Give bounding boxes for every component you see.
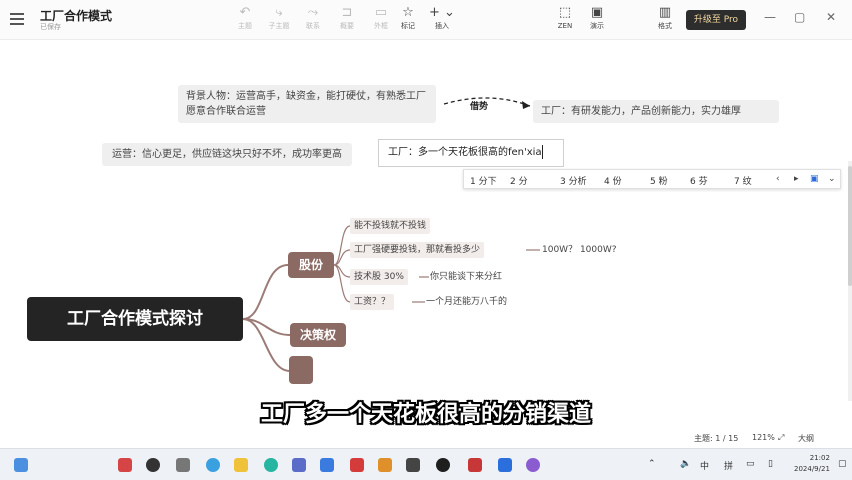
battery-icon[interactable]: ▯ (768, 459, 773, 469)
fit-icon[interactable]: ⤢ (778, 433, 784, 443)
zen-icon: ⬚ (558, 5, 572, 20)
topic-button[interactable]: ↶ 主题 (228, 5, 262, 35)
app-icon[interactable] (406, 458, 420, 472)
scrollbar-thumb[interactable] (848, 166, 852, 286)
tray-up-icon[interactable]: ⌃ (648, 459, 656, 469)
relationship-button[interactable]: ⤳ 联系 (296, 5, 330, 35)
root-topic[interactable]: 工厂合作模式探讨 (27, 297, 243, 341)
outline-toggle[interactable]: 大纲 (798, 433, 814, 444)
ime-candidate-bar: 1 分下 2 分 3 分析 4 份 5 粉 6 芬 7 纹 ‹ ▸ ▣ ⌄ (463, 169, 841, 189)
operations-note[interactable]: 运营：信心更足，供应链这块只好不坏，成功率更高 (102, 143, 352, 166)
format-button[interactable]: ▥ 格式 (648, 5, 682, 35)
ime-candidate[interactable]: 5 粉 (650, 174, 668, 187)
close-icon[interactable]: ✕ (826, 10, 836, 24)
ime-expand-icon[interactable]: ⌄ (828, 174, 836, 184)
status-bar: 主题: 1 / 15 121% ⤢ 大纲 (0, 430, 852, 446)
mindmap-canvas[interactable]: 背景人物：运营高手，缺资金，能打硬仗，有熟悉工厂愿意合作联合运营 借势 工厂：有… (0, 41, 852, 446)
branch-shares[interactable]: 股份 (288, 252, 334, 278)
text-caret (541, 145, 543, 159)
tray-ime[interactable]: 拼 (724, 459, 733, 472)
ime-edit-icon[interactable]: ▣ (810, 174, 819, 184)
ime-candidate[interactable]: 4 份 (604, 174, 622, 187)
leaf-factory-invest[interactable]: 工厂强硬要投钱，那就看投多少 (350, 242, 485, 258)
ime-candidate[interactable]: 1 分下 (470, 174, 497, 187)
insert-button[interactable]: + ⌄ 插入 (425, 5, 459, 35)
summary-icon: ⊐ (341, 5, 353, 20)
leaf-salary[interactable]: 工资？？ (350, 294, 395, 310)
leaf-invest-amount[interactable]: 100W？ 1000W? (542, 243, 617, 257)
branch-decision-right[interactable]: 决策权 (290, 323, 346, 347)
app-icon[interactable] (146, 458, 160, 472)
upgrade-button[interactable]: 升级至 Pro (686, 10, 746, 30)
tray-language[interactable]: 中 (700, 459, 709, 472)
subtopic-icon: ⤷ (275, 5, 283, 20)
marker-button[interactable]: ☆ 标记 (391, 5, 425, 35)
app-icon[interactable] (320, 458, 334, 472)
maximize-icon[interactable]: ▢ (794, 10, 805, 24)
app-icon[interactable] (292, 458, 306, 472)
leaf-tech-share[interactable]: 技术股 30% (350, 269, 408, 285)
present-icon: ▣ (590, 5, 604, 20)
leaf-dividend[interactable]: 你只能谈下来分红 (430, 270, 502, 284)
app-icon[interactable] (468, 458, 482, 472)
volume-icon[interactable]: 🔈 (680, 459, 691, 469)
menu-icon[interactable] (10, 13, 24, 25)
qq-icon[interactable] (436, 458, 450, 472)
format-icon: ▥ (658, 5, 672, 20)
app-icon[interactable] (118, 458, 132, 472)
windows-taskbar: ⌃ 🔈 中 拼 ▭ ▯ 21:02 2024/9/21 ▢ (0, 448, 852, 480)
network-icon[interactable]: ▭ (746, 459, 755, 469)
top-toolbar: 工厂合作模式 已保存 ↶ 主题 ⤷ 子主题 ⤳ 联系 ⊐ 概要 ▭ 外框 ☆ 标… (0, 0, 852, 40)
ime-candidate[interactable]: 7 纹 (734, 174, 752, 187)
factory-capability-note[interactable]: 工厂：有研发能力，产品创新能力，实力雄厚 (533, 100, 779, 123)
wps-icon[interactable] (350, 458, 364, 472)
ime-candidate[interactable]: 2 分 (510, 174, 528, 187)
editing-topic-field[interactable]: 工厂：多一个天花板很高的fen'xia (378, 139, 564, 167)
app-icon[interactable] (526, 458, 540, 472)
minimize-icon[interactable]: — (764, 10, 776, 24)
summary-button[interactable]: ⊐ 概要 (330, 5, 364, 35)
present-button[interactable]: ▣ 演示 (580, 5, 614, 35)
folder-icon[interactable] (234, 458, 248, 472)
undo-icon: ↶ (239, 5, 251, 20)
edge-icon[interactable] (206, 458, 220, 472)
leaf-no-investment[interactable]: 能不投钱就不投钱 (350, 218, 431, 234)
notification-icon[interactable]: ▢ (838, 459, 847, 469)
topic-count: 主题: 1 / 15 (694, 434, 739, 443)
zoom-level[interactable]: 121% (752, 433, 775, 442)
link-icon: ⤳ (307, 5, 319, 20)
branch-empty[interactable] (289, 356, 313, 384)
star-icon: ☆ (402, 5, 414, 20)
ime-next-icon[interactable]: ▸ (794, 174, 799, 184)
clock[interactable]: 21:02 2024/9/21 (794, 453, 830, 475)
leaf-monthly-salary[interactable]: 一个月还能万八千的 (426, 295, 507, 309)
ime-candidate[interactable]: 3 分析 (560, 174, 587, 187)
background-person-note[interactable]: 背景人物：运营高手，缺资金，能打硬仗，有熟悉工厂愿意合作联合运营 (178, 85, 436, 123)
subtopic-button[interactable]: ⤷ 子主题 (262, 5, 296, 35)
app-icon[interactable] (378, 458, 392, 472)
relationship-label[interactable]: 借势 (470, 99, 488, 112)
save-status: 已保存 (40, 23, 61, 31)
app-icon[interactable] (176, 458, 190, 472)
app-icon[interactable] (498, 458, 512, 472)
ime-prev-icon[interactable]: ‹ (776, 174, 780, 184)
video-subtitle: 工厂多一个天花板很高的分销渠道 (260, 402, 591, 427)
plus-icon: + ⌄ (429, 5, 455, 20)
ime-candidate[interactable]: 6 芬 (690, 174, 708, 187)
start-icon[interactable] (14, 458, 28, 472)
zen-button[interactable]: ⬚ ZEN (548, 5, 582, 35)
app-icon[interactable] (264, 458, 278, 472)
